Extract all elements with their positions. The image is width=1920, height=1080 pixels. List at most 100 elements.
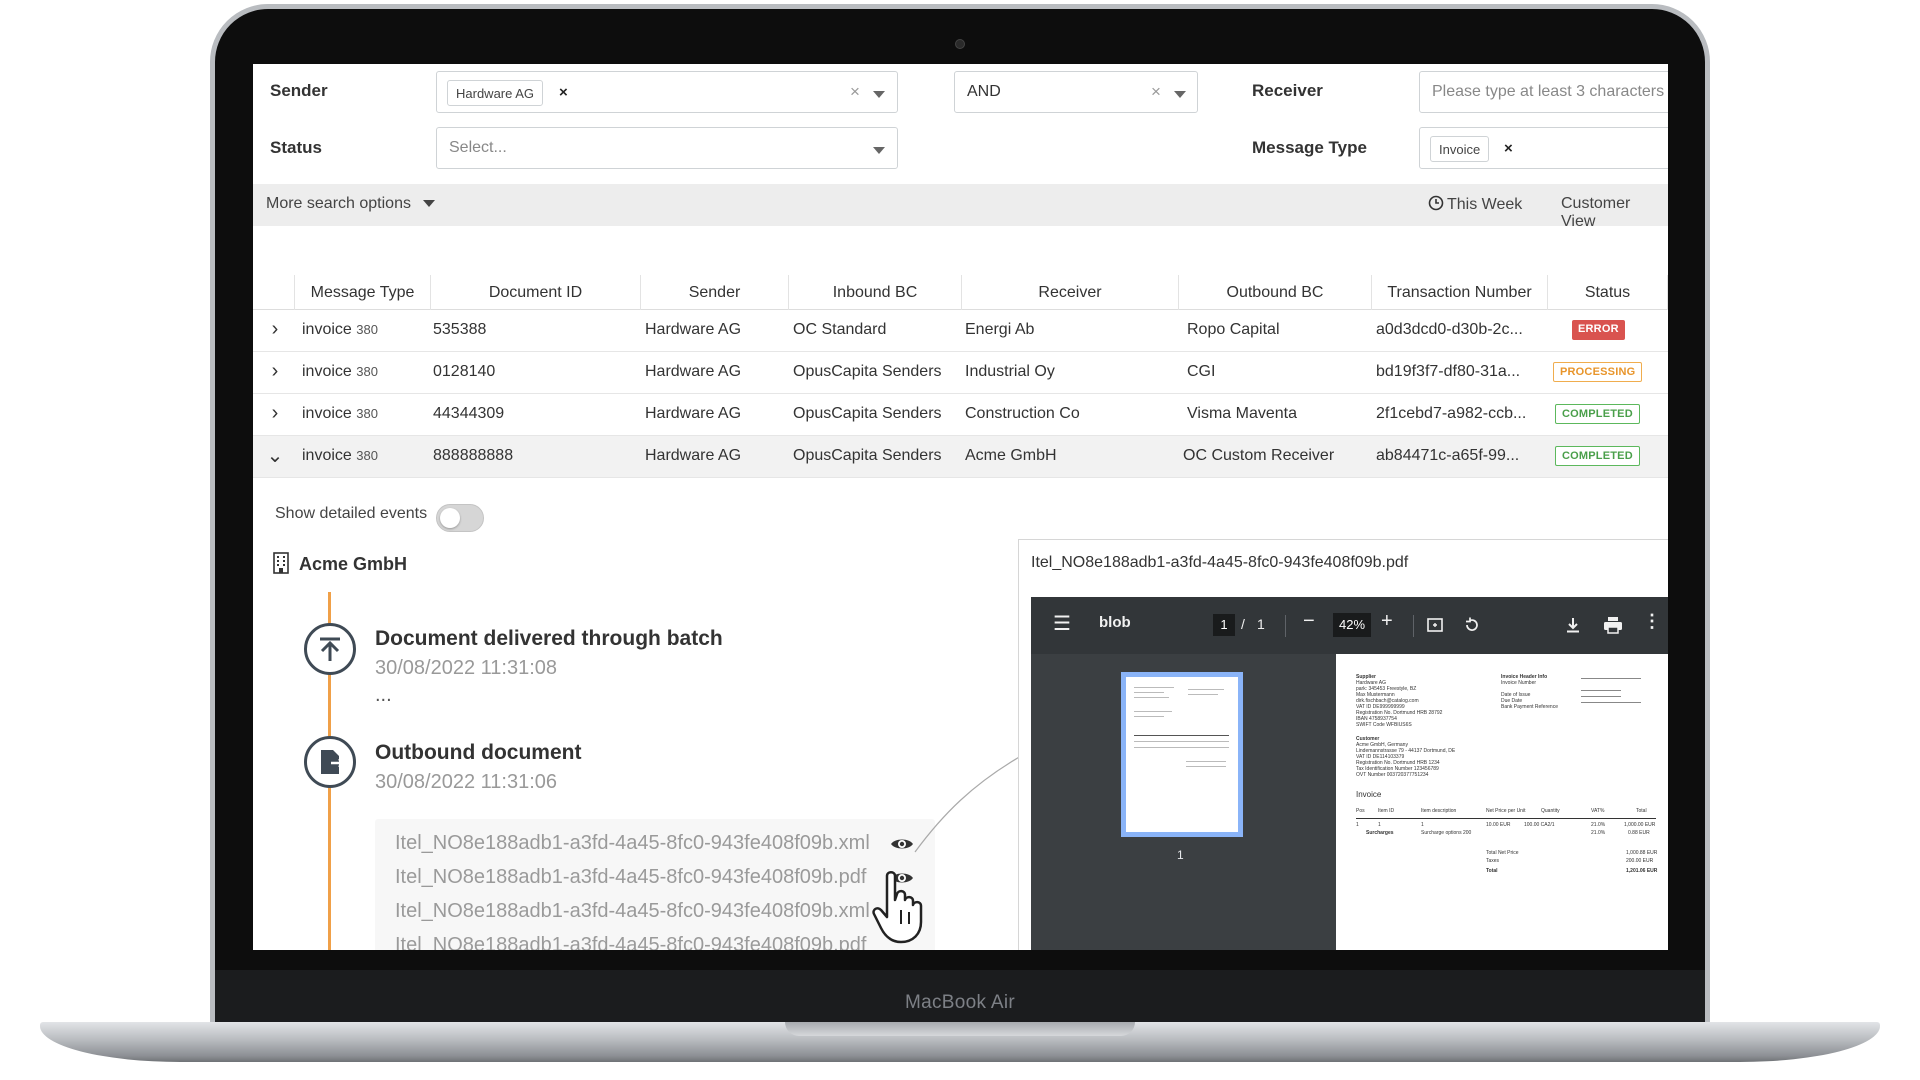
- clock-icon: [1428, 195, 1444, 211]
- fit-page-icon[interactable]: [1426, 616, 1444, 634]
- total-value: 200.00 EUR: [1626, 858, 1654, 864]
- table-row[interactable]: ⌄ invoice 380 888888888 Hardware AG Opus…: [253, 436, 1668, 478]
- file-link[interactable]: Itel_NO8e188adb1-a3fd-4a45-8fc0-943fe408…: [395, 934, 866, 950]
- table-row[interactable]: › invoice 380 44344309 Hardware AG OpusC…: [253, 394, 1668, 436]
- column-header[interactable]: Document ID: [431, 275, 641, 310]
- building-icon: [273, 552, 289, 574]
- outbound-bc-cell: CGI: [1187, 363, 1216, 380]
- menu-icon[interactable]: ☰: [1053, 611, 1071, 636]
- show-detailed-events-toggle[interactable]: [436, 504, 484, 532]
- line-cell: 21.0%: [1591, 822, 1606, 828]
- app-screen: Sender Hardware AG × × AND × Receiver Pl…: [253, 64, 1668, 950]
- page-thumbnail[interactable]: [1121, 672, 1243, 837]
- message-type-cell: invoice: [302, 321, 352, 338]
- event-title: Document delivered through batch: [375, 627, 723, 650]
- event-time: 30/08/2022 11:31:08: [375, 657, 558, 679]
- customer-view-button[interactable]: Customer View: [1561, 195, 1668, 231]
- supplier-line: SWIFT Code WFBIUS6S: [1356, 722, 1412, 728]
- line-column-header: VAT%: [1591, 808, 1605, 814]
- more-events-ellipsis[interactable]: ...: [375, 684, 392, 707]
- period-label: This Week: [1447, 196, 1523, 213]
- total-label: Total Net Price: [1486, 850, 1519, 856]
- receiver-input[interactable]: Please type at least 3 characters: [1419, 71, 1668, 113]
- header-value-line: [1581, 690, 1621, 691]
- document-preview-panel: Itel_NO8e188adb1-a3fd-4a45-8fc0-943fe408…: [1018, 539, 1668, 950]
- status-placeholder: Select...: [449, 139, 507, 156]
- outbound-bc-cell: OC Custom Receiver: [1183, 447, 1335, 464]
- inbound-bc-cell: OpusCapita Senders: [793, 447, 942, 464]
- event-time: 30/08/2022 11:31:06: [375, 771, 558, 793]
- sender-clear-button[interactable]: ×: [850, 82, 860, 102]
- event-title: Outbound document: [375, 741, 582, 764]
- message-type-select[interactable]: Invoice ×: [1419, 127, 1668, 169]
- sender-tag-remove-button[interactable]: ×: [559, 84, 568, 101]
- transaction-number-cell: ab84471c-a65f-99...: [1376, 447, 1520, 464]
- chevron-right-icon[interactable]: ›: [265, 360, 285, 383]
- eye-icon[interactable]: [890, 836, 914, 852]
- thumb-line: [1186, 761, 1226, 762]
- status-badge: COMPLETED: [1555, 404, 1640, 424]
- message-type-code: 380: [356, 448, 378, 463]
- sender-tag-label: Hardware AG: [456, 86, 535, 101]
- transaction-number-cell: a0d3dcd0-d30b-2c...: [1376, 321, 1523, 338]
- operator-select[interactable]: AND ×: [954, 71, 1198, 113]
- rotate-icon[interactable]: [1463, 616, 1481, 634]
- download-icon[interactable]: [1564, 616, 1582, 634]
- status-badge: PROCESSING: [1553, 362, 1643, 382]
- period-button[interactable]: This Week: [1428, 195, 1522, 214]
- column-header[interactable]: Transaction Number: [1372, 275, 1548, 310]
- print-icon[interactable]: [1603, 616, 1623, 634]
- column-header[interactable]: Message Type: [295, 275, 431, 310]
- operator-chevron-down-icon[interactable]: [1174, 91, 1186, 98]
- toolbar-divider: [1413, 615, 1414, 637]
- line-cell: 10.00 EUR: [1486, 822, 1511, 828]
- receiver-cell: Industrial Oy: [965, 363, 1055, 380]
- header-value-line: [1581, 696, 1621, 697]
- zoom-level-input[interactable]: 42%: [1333, 613, 1371, 637]
- surcharge-cell: 21.0%: [1591, 830, 1606, 836]
- thumb-line: [1134, 716, 1164, 717]
- more-options-icon[interactable]: ⋮: [1643, 611, 1661, 632]
- column-header[interactable]: Inbound BC: [789, 275, 962, 310]
- inbound-bc-cell: OC Standard: [793, 321, 887, 338]
- zoom-in-icon[interactable]: +: [1381, 610, 1393, 633]
- file-link[interactable]: Itel_NO8e188adb1-a3fd-4a45-8fc0-943fe408…: [395, 832, 870, 855]
- status-chevron-down-icon[interactable]: [873, 147, 885, 154]
- column-header[interactable]: Sender: [641, 275, 789, 310]
- table-row[interactable]: › invoice 380 0128140 Hardware AG OpusCa…: [253, 352, 1668, 394]
- message-type-tag-remove-button[interactable]: ×: [1504, 140, 1513, 157]
- chevron-right-icon[interactable]: ›: [265, 318, 285, 341]
- column-header[interactable]: Receiver: [962, 275, 1179, 310]
- outbound-bc-cell: Ropo Capital: [1187, 321, 1280, 338]
- chevron-down-icon[interactable]: ⌄: [265, 443, 285, 468]
- chevron-right-icon[interactable]: ›: [265, 402, 285, 425]
- header-info-line: Invoice Number: [1501, 680, 1537, 686]
- line-cell: 1: [1421, 822, 1424, 828]
- status-select[interactable]: Select...: [436, 127, 898, 169]
- column-header[interactable]: Outbound BC: [1179, 275, 1372, 310]
- message-type-code: 380: [356, 322, 378, 337]
- operator-clear-button[interactable]: ×: [1151, 82, 1161, 102]
- document-id-cell: 888888888: [433, 447, 514, 464]
- sender-select[interactable]: Hardware AG × ×: [436, 71, 898, 113]
- receiver-cell: Construction Co: [965, 405, 1080, 422]
- upload-icon: [304, 623, 356, 675]
- line-cell: 100.00 CA2/1: [1524, 822, 1555, 828]
- caret-down-icon: [423, 200, 436, 208]
- surcharge-cell: Surcharges: [1366, 830, 1394, 836]
- file-link[interactable]: Itel_NO8e188adb1-a3fd-4a45-8fc0-943fe408…: [395, 866, 866, 889]
- zoom-out-icon[interactable]: −: [1303, 610, 1315, 633]
- thumb-line: [1134, 711, 1172, 712]
- line-column-header: Item description: [1421, 808, 1457, 814]
- pdf-viewer[interactable]: ☰ blob 1 / 1 − 42% + ⋮ 1 Supplier Hardwa…: [1031, 597, 1668, 950]
- column-header[interactable]: Status: [1548, 275, 1668, 310]
- page-number-input[interactable]: 1: [1213, 614, 1235, 636]
- file-link[interactable]: Itel_NO8e188adb1-a3fd-4a45-8fc0-943fe408…: [395, 900, 870, 923]
- status-label: Status: [270, 138, 322, 157]
- thumb-line: [1134, 692, 1164, 693]
- table-row[interactable]: › invoice 380 535388 Hardware AG OC Stan…: [253, 310, 1668, 352]
- total-label: Taxes: [1486, 858, 1500, 864]
- sender-chevron-down-icon[interactable]: [873, 91, 885, 98]
- more-search-options-button[interactable]: More search options: [266, 195, 436, 213]
- thumb-line: [1134, 687, 1174, 688]
